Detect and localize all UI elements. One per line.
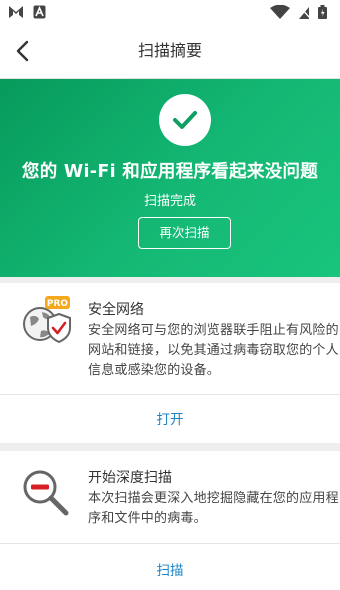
deep-scan-link[interactable]: 扫描 [0,559,340,579]
result-subtitle: 扫描完成 [143,194,196,209]
deep-scan-magnifier-icon [23,470,69,516]
card-title: 安全网络 [88,302,144,318]
deep-scan-card: 开始深度扫描 本次扫描会更深入地挖掘隐藏在您的应用程序和文件中的病毒。 扫描 [0,451,340,590]
no-sim-icon [299,7,310,19]
safe-web-card: PRO 安全网络 安全网络可与您的浏览器联手阻止有风险的网站和链接，以免其通过病… [0,283,340,443]
rescan-button[interactable]: 再次扫描 [138,217,231,249]
app-header: 扫描摘要 [0,24,340,79]
checkmark-icon [173,111,197,129]
check-circle [159,94,211,146]
card-description: 安全网络可与您的浏览器联手阻止有风险的网站和链接，以免其通过病毒窃取您的个人信息… [88,323,339,378]
enable-safe-web-link[interactable]: 打开 [0,408,340,428]
result-headline: 您的 Wi-Fi 和应用程序看起来没问题 [21,162,319,182]
card-description: 本次扫描会更深入地挖掘隐藏在您的应用程序和文件中的病毒。 [88,491,339,526]
pro-badge-text: PRO [47,299,69,309]
battery-icon [318,5,327,19]
a-notification-icon [33,5,46,19]
scan-result-banner: 您的 Wi-Fi 和应用程序看起来没问题 扫描完成 再次扫描 [0,79,340,277]
divider [0,394,340,395]
safe-browsing-globe-pro-icon: PRO [23,296,71,344]
card-title: 开始深度扫描 [88,470,172,486]
page-title: 扫描摘要 [137,41,202,60]
status-bar [0,0,340,24]
mcafee-logo-icon [9,6,23,18]
wifi-icon [270,5,290,19]
divider [0,543,340,544]
